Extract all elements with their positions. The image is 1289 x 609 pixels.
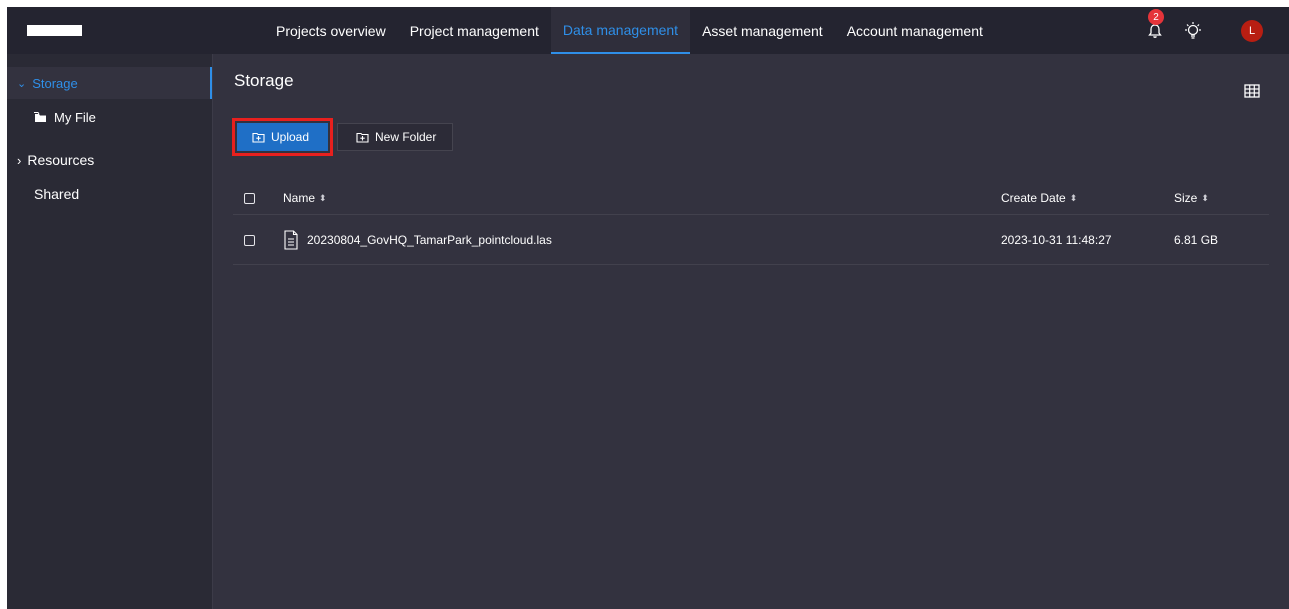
sort-icon: ⬍ [1201,192,1209,203]
column-header-label: Create Date [1001,191,1066,205]
sidebar-item-label: Storage [32,75,78,91]
sidebar-item-my-file[interactable]: My File [7,107,212,127]
folder-icon [34,112,46,122]
new-folder-button[interactable]: New Folder [337,123,453,151]
tab-project-management[interactable]: Project management [398,7,551,54]
sidebar: ⌄ Storage My File › Resources Shared [7,54,213,609]
main-nav: Projects overview Project management Dat… [264,7,995,54]
user-avatar[interactable]: L [1241,20,1263,42]
file-size: 6.81 GB [1174,233,1219,247]
document-icon [284,230,298,250]
file-name[interactable]: 20230804_GovHQ_TamarPark_pointcloud.las [307,233,552,247]
upload-label: Upload [271,130,310,144]
column-header-name[interactable]: Name ⬍ [283,182,327,214]
tab-data-management[interactable]: Data management [550,7,691,54]
table-row[interactable]: 20230804_GovHQ_TamarPark_pointcloud.las … [233,216,1269,265]
tab-projects-overview[interactable]: Projects overview [264,7,398,54]
app-logo [27,25,82,36]
top-navbar: Projects overview Project management Dat… [7,7,1289,54]
grid-view-icon[interactable] [1244,83,1260,99]
sort-icon: ⬍ [1069,192,1078,203]
lightbulb-icon[interactable] [1182,21,1204,41]
bell-icon[interactable] [1147,23,1163,39]
tab-account-management[interactable]: Account management [835,7,995,54]
new-folder-icon [356,132,369,143]
tab-asset-management[interactable]: Asset management [690,7,835,54]
sidebar-item-label: My File [54,109,96,125]
sidebar-item-label: Shared [34,186,80,202]
upload-icon [252,132,265,143]
column-header-size[interactable]: Size ⬍ [1174,182,1209,214]
sidebar-item-resources[interactable]: › Resources [7,150,212,170]
sort-icon: ⬍ [319,192,327,203]
sidebar-item-shared[interactable]: Shared [7,184,212,204]
sidebar-item-storage[interactable]: ⌄ Storage [7,67,212,99]
notification-badge: 2 [1148,9,1164,25]
sidebar-item-label: Resources [27,152,95,168]
file-create-date: 2023-10-31 11:48:27 [1001,233,1112,247]
table-header: Name ⬍ Create Date ⬍ Size ⬍ [233,182,1269,215]
app-window: Projects overview Project management Dat… [7,7,1289,609]
column-header-label: Size [1174,191,1198,205]
upload-button[interactable]: Upload [237,123,328,151]
chevron-right-icon: › [17,152,22,168]
select-all-checkbox[interactable] [244,192,255,204]
new-folder-label: New Folder [375,130,437,144]
chevron-down-icon: ⌄ [17,77,27,90]
row-checkbox[interactable] [244,234,255,246]
column-header-label: Name [283,191,316,205]
column-header-create-date[interactable]: Create Date ⬍ [1001,182,1077,214]
page-title: Storage [234,71,294,90]
